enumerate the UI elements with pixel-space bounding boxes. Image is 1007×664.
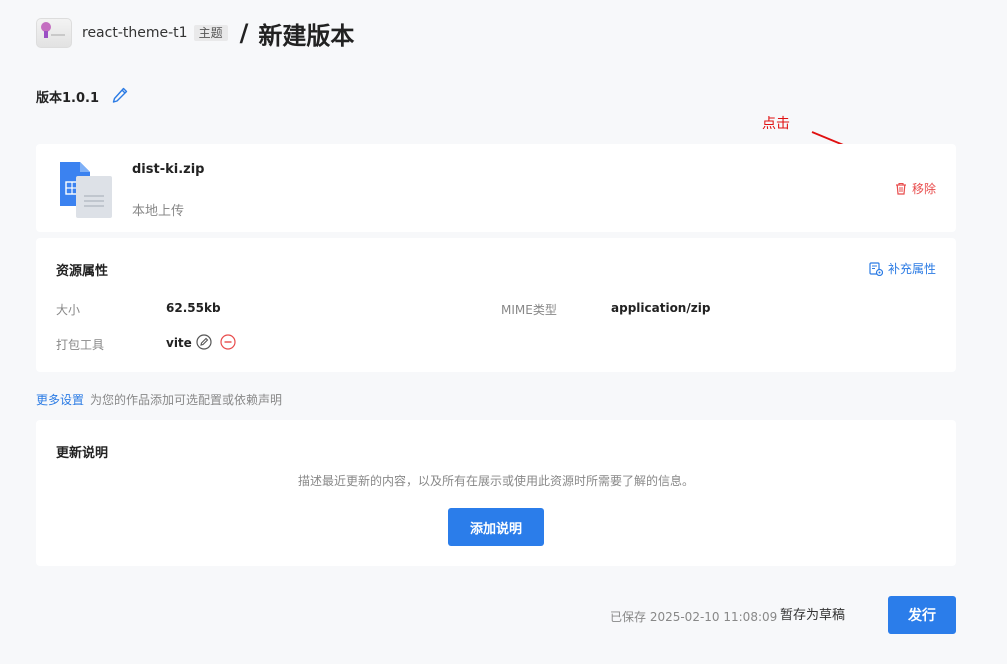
pencil-icon[interactable]: [111, 86, 129, 106]
more-settings-row: 更多设置 为您的作品添加可选配置或依赖声明: [36, 391, 282, 408]
more-settings-link[interactable]: 更多设置: [36, 393, 84, 407]
tool-value: vite: [166, 336, 192, 350]
minus-circle-icon[interactable]: [220, 334, 236, 350]
page-title: 新建版本: [258, 21, 355, 50]
add-notes-button[interactable]: 添加说明: [448, 508, 544, 546]
save-draft-button[interactable]: 暂存为草稿: [780, 604, 845, 623]
file-name: dist-ki.zip: [132, 162, 205, 177]
saved-status: 已保存 2025-02-10 11:08:09: [610, 610, 778, 624]
app-logo: [36, 18, 72, 48]
remove-label: 移除: [911, 182, 936, 196]
tool-actions: [196, 334, 244, 350]
release-notes-card: 更新说明 描述最近更新的内容，以及所有在展示或使用此资源时所需要了解的信息。 添…: [36, 420, 956, 566]
supplement-attributes-button[interactable]: 补充属性: [869, 260, 936, 277]
attributes-title: 资源属性: [56, 264, 109, 279]
release-notes-title: 更新说明: [56, 446, 109, 461]
release-notes-description: 描述最近更新的内容，以及所有在展示或使用此资源时所需要了解的信息。: [297, 474, 694, 488]
file-source: 本地上传: [132, 204, 185, 219]
version-row: 版本1.0.1: [36, 86, 129, 106]
header: react-theme-t1 主题 / 新建版本: [36, 16, 354, 50]
app-name[interactable]: react-theme-t1: [82, 25, 188, 41]
trash-icon: [895, 182, 906, 195]
mime-value: application/zip: [611, 301, 711, 315]
settings-doc-icon: [869, 261, 883, 276]
breadcrumb-separator: /: [239, 19, 249, 47]
tool-label: 打包工具: [56, 338, 105, 352]
type-tag: 主题: [193, 25, 228, 41]
size-label: 大小: [56, 303, 81, 317]
page: react-theme-t1 主题 / 新建版本 版本1.0.1 点击 dist…: [0, 0, 1007, 664]
size-value: 62.55kb: [166, 301, 221, 315]
logo-bar: [51, 34, 65, 36]
supplement-label: 补充属性: [887, 262, 936, 276]
publish-button[interactable]: 发行: [888, 596, 956, 634]
edit-circle-icon[interactable]: [196, 334, 212, 350]
file-icon: [60, 162, 112, 218]
mime-label: MIME类型: [501, 303, 557, 317]
more-settings-description: 为您的作品添加可选配置或依赖声明: [90, 393, 283, 407]
version-label: 版本1.0.1: [36, 90, 100, 106]
attributes-card: 资源属性 补充属性 大小 62.55kb MIME类型 application/…: [36, 238, 956, 372]
remove-button[interactable]: 移除: [895, 180, 936, 197]
logo-ribbon: [44, 31, 48, 38]
annotation-text: 点击: [762, 116, 790, 132]
file-card: dist-ki.zip 本地上传 移除: [36, 144, 956, 232]
